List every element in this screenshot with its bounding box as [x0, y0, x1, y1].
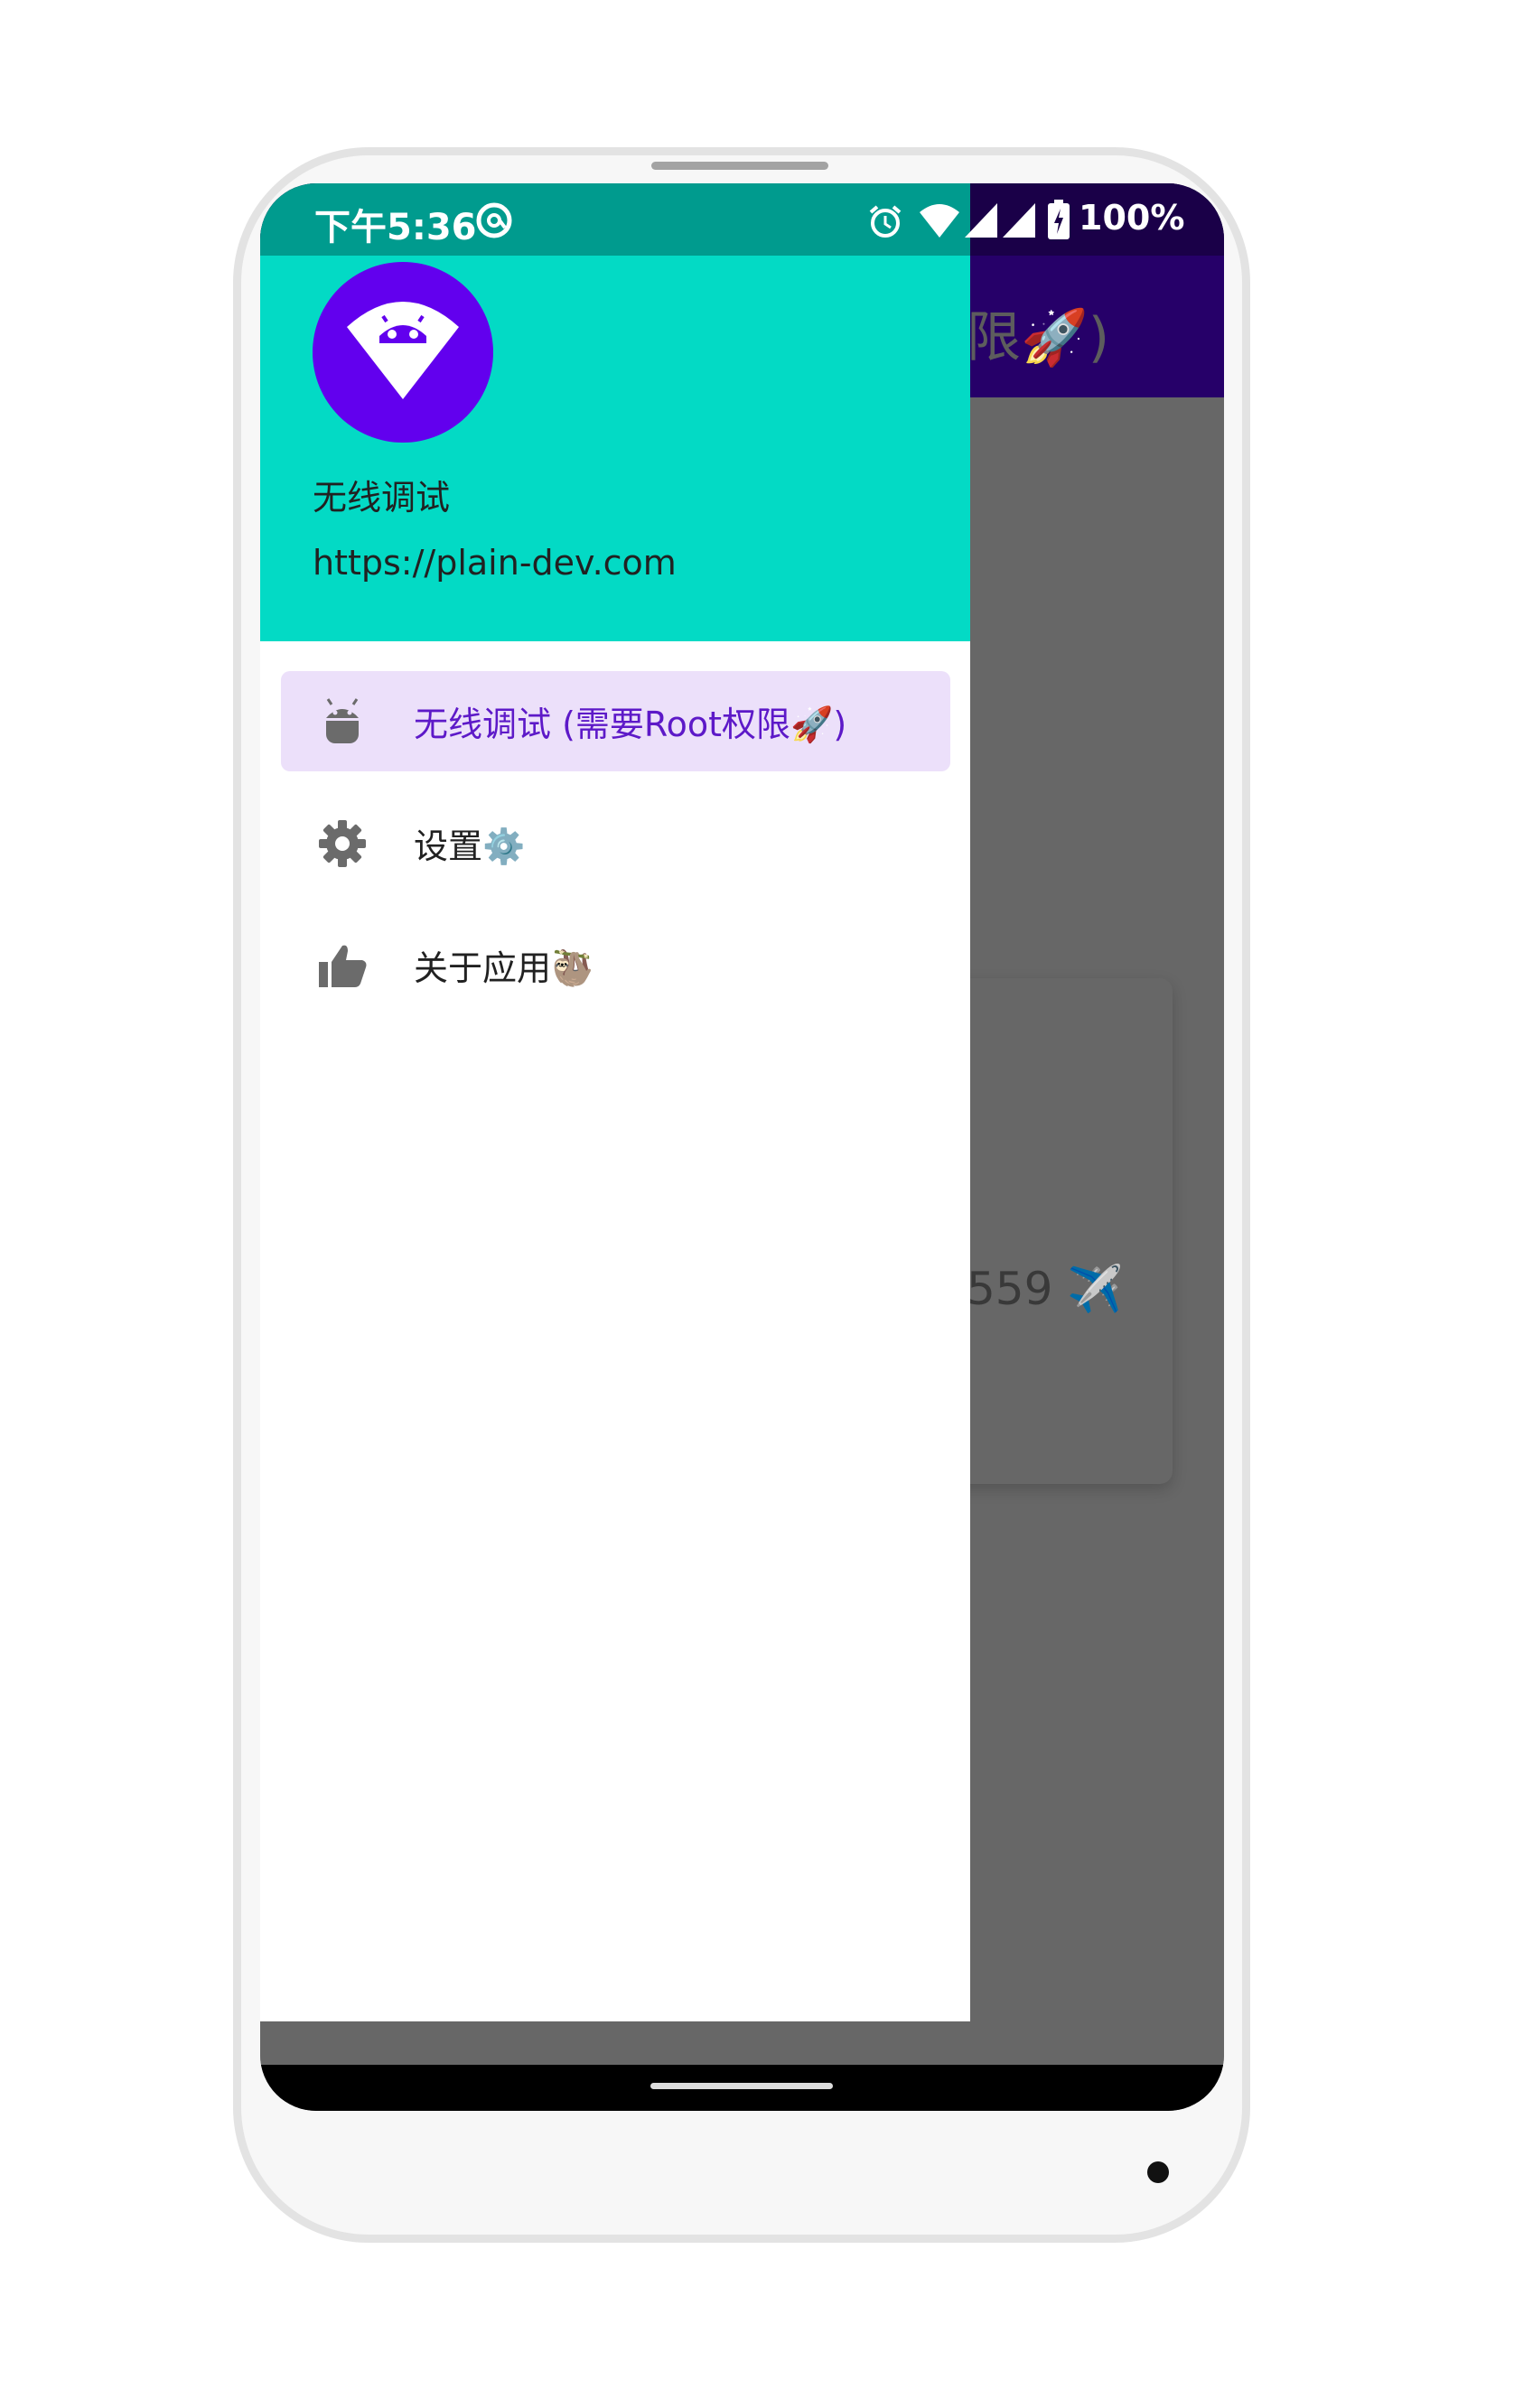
thumbs-up-icon — [319, 945, 367, 987]
gear-icon — [319, 820, 366, 867]
nav-item-label: 无线调试 (需要Root权限🚀) — [414, 705, 847, 744]
home-gesture-handle[interactable] — [650, 2083, 833, 2089]
drawer-app-url[interactable]: https://plain-dev.com — [313, 543, 677, 583]
alarm-icon — [869, 205, 902, 238]
navigation-drawer: 无线调试 https://plain-dev.com 无线调试 (需要Root权… — [260, 256, 970, 2021]
wifi-icon — [920, 204, 959, 238]
nav-item-label: 关于应用🦥 — [414, 948, 594, 988]
nav-item-settings[interactable]: 设置⚙️ — [281, 793, 950, 893]
android-wifi-icon — [347, 302, 459, 399]
nav-item-wireless-debug[interactable]: 无线调试 (需要Root权限🚀) — [281, 671, 950, 771]
signal-icon — [965, 203, 997, 238]
background-app-title: 限🚀) — [967, 306, 1110, 369]
drawer-header: 无线调试 https://plain-dev.com — [260, 256, 970, 641]
status-time: 下午5:36 — [314, 207, 477, 248]
phone-speaker — [651, 162, 828, 170]
battery-percent: 100% — [1079, 198, 1185, 238]
app-avatar — [313, 262, 493, 443]
screen: 限🚀) 559 ✈️ 下午5:36 100% 无线调试 https://plai… — [260, 183, 1224, 2111]
front-camera — [1147, 2161, 1169, 2183]
at-sign-icon — [476, 202, 512, 238]
signal-icon — [1003, 203, 1035, 238]
drawer-app-name: 无线调试 — [313, 478, 451, 518]
system-navigation-bar — [260, 2065, 1224, 2111]
android-icon — [326, 698, 359, 743]
nav-item-label: 设置⚙️ — [414, 826, 526, 866]
status-bar: 下午5:36 100% — [260, 183, 1224, 256]
background-card-text: 559 ✈️ — [967, 1263, 1124, 1315]
battery-icon — [1048, 200, 1070, 239]
nav-item-about[interactable]: 关于应用🦥 — [281, 915, 950, 1015]
